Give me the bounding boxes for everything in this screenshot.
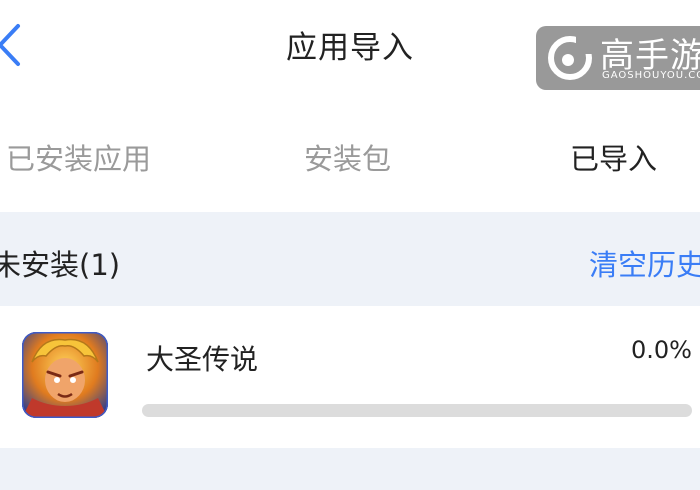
progress-bar <box>142 404 692 417</box>
tab-installed-apps[interactable]: 已安装应用 <box>6 136 151 178</box>
progress-percentage: 0.0% <box>631 336 692 364</box>
watermark-logo: 高手游 GAOSHOUYOU.COM <box>536 26 700 90</box>
section-title: 未安装(1) <box>0 248 121 282</box>
list-item[interactable]: 大圣传说 0.0% <box>0 306 700 448</box>
tab-imported[interactable]: 已导入 <box>570 136 657 178</box>
app-import-screen: 应用导入 高手游 GAOSHOUYOU.COM 已安装应用 安装包 已导入 未安… <box>0 0 700 490</box>
brand-g-icon <box>548 36 594 80</box>
section-footer-band <box>0 448 700 490</box>
app-name: 大圣传说 <box>146 343 259 376</box>
tab-install-packages[interactable]: 安装包 <box>304 136 391 178</box>
game-app-icon <box>22 332 108 418</box>
watermark-site-text: GAOSHOUYOU.COM <box>602 70 700 81</box>
clear-history-button[interactable]: 清空历史 <box>589 242 700 284</box>
section-header: 未安装(1) 清空历史 <box>0 212 700 306</box>
monkey-king-artwork <box>22 332 108 418</box>
